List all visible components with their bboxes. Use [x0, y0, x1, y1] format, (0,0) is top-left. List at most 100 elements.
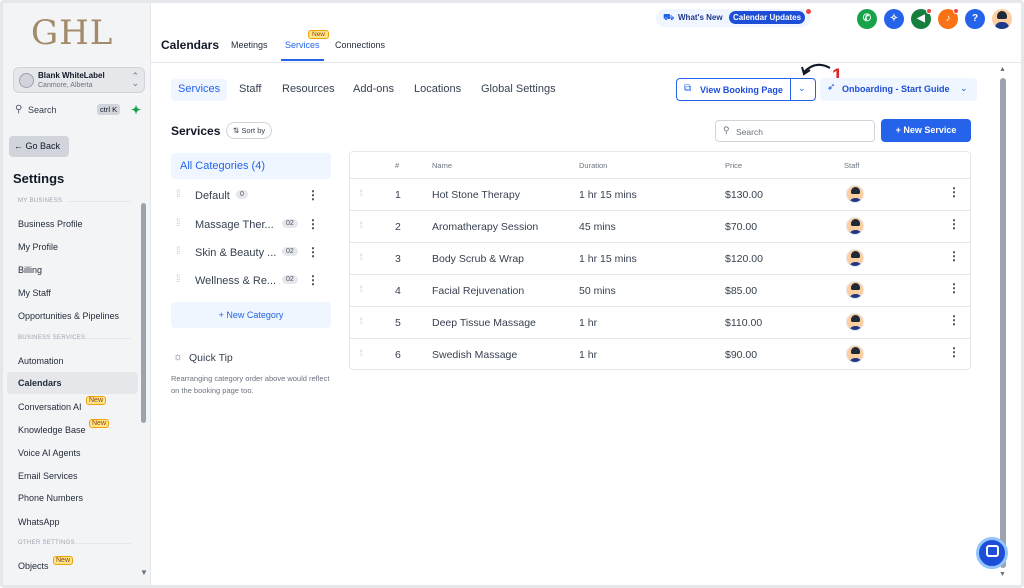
sidebar-item-whatsapp[interactable]: WhatsApp	[18, 517, 60, 527]
sparkle-icon[interactable]: ✧	[884, 9, 904, 29]
row-number: 1	[395, 189, 401, 201]
sidebar-item-calendars[interactable]: Calendars	[7, 372, 138, 394]
subtab-resources[interactable]: Resources	[282, 83, 335, 95]
sidebar-item-phone-numbers[interactable]: Phone Numbers	[18, 493, 83, 503]
more-options-icon[interactable]: ⋮	[948, 281, 960, 295]
rocket-icon: ➶	[827, 82, 836, 93]
service-name[interactable]: Hot Stone Therapy	[432, 189, 520, 201]
service-name[interactable]: Deep Tissue Massage	[432, 317, 536, 329]
service-name[interactable]: Swedish Massage	[432, 349, 517, 361]
new-category-button[interactable]: + New Category	[171, 302, 331, 328]
service-name[interactable]: Aromatherapy Session	[432, 221, 538, 233]
subtab-staff[interactable]: Staff	[239, 83, 261, 95]
sidebar-item-objects[interactable]: Objects	[18, 561, 49, 571]
category-item[interactable]: ⁞⁞ Default 0 ⋮	[171, 185, 331, 209]
sort-by-button[interactable]: ⇅ Sort by	[226, 122, 273, 139]
drag-handle-icon[interactable]: ⁞⁞	[359, 188, 363, 198]
chevron-down-icon: ⌄	[960, 83, 968, 93]
onboarding-label: Onboarding - Start Guide	[842, 84, 950, 94]
onboarding-guide-button[interactable]: ➶ Onboarding - Start Guide ⌄	[820, 78, 977, 101]
whats-new-button[interactable]: ⛟ What's New Calendar Updates	[656, 9, 811, 27]
sidebar-item-email-services[interactable]: Email Services	[18, 471, 78, 481]
column-header-number: #	[395, 161, 400, 170]
category-item[interactable]: ⁞⁞ Wellness & Re... 02 ⋮	[171, 270, 331, 294]
row-number: 2	[395, 221, 401, 233]
staff-avatar	[846, 345, 864, 363]
tab-meetings[interactable]: Meetings	[231, 40, 268, 50]
go-back-button[interactable]: ← Go Back	[9, 136, 69, 157]
category-count-badge: 02	[282, 275, 298, 284]
sidebar-item-my-profile[interactable]: My Profile	[18, 242, 58, 252]
more-options-icon[interactable]: ⋮	[948, 313, 960, 327]
quick-add-icon[interactable]: ✦	[131, 103, 141, 117]
drag-handle-icon[interactable]: ⁞⁞	[359, 316, 363, 326]
column-header-staff: Staff	[844, 161, 860, 170]
help-icon[interactable]: ?	[965, 9, 985, 29]
service-name[interactable]: Facial Rejuvenation	[432, 285, 524, 297]
service-search-input[interactable]: ⚲ Search	[715, 120, 875, 142]
service-price: $120.00	[725, 253, 763, 265]
more-options-icon[interactable]: ⋮	[307, 273, 319, 287]
more-options-icon[interactable]: ⋮	[948, 185, 960, 199]
table-row[interactable]: ⁞⁞ 2 Aromatherapy Session 45 mins $70.00…	[350, 211, 970, 243]
sidebar-item-billing[interactable]: Billing	[18, 265, 42, 275]
table-row[interactable]: ⁞⁞ 4 Facial Rejuvenation 50 mins $85.00 …	[350, 275, 970, 307]
subtab-locations[interactable]: Locations	[414, 83, 461, 95]
scroll-down-icon[interactable]: ▼	[999, 571, 1006, 578]
phone-icon[interactable]: ✆	[857, 9, 877, 29]
sidebar-item-conversation-ai[interactable]: Conversation AI	[18, 402, 82, 412]
sidebar-scrollbar[interactable]	[141, 203, 146, 423]
more-options-icon[interactable]: ⋮	[307, 245, 319, 259]
more-options-icon[interactable]: ⋮	[948, 217, 960, 231]
drag-handle-icon[interactable]: ⁞⁞	[359, 348, 363, 358]
drag-handle-icon[interactable]: ⁞⁞	[176, 218, 180, 229]
subtab-global-settings[interactable]: Global Settings	[481, 83, 556, 95]
all-categories-item[interactable]: All Categories (4)	[171, 153, 331, 179]
drag-handle-icon[interactable]: ⁞⁞	[176, 274, 180, 285]
brand-logo[interactable]: GHL	[31, 13, 113, 53]
more-options-icon[interactable]: ⋮	[948, 249, 960, 263]
category-item[interactable]: ⁞⁞ Skin & Beauty ... 02 ⋮	[171, 242, 331, 266]
sidebar-item-voice-ai-agents[interactable]: Voice AI Agents	[18, 448, 81, 458]
table-row[interactable]: ⁞⁞ 6 Swedish Massage 1 hr $90.00 ⋮	[350, 339, 970, 371]
top-bar: Calendars Meetings Services New Connecti…	[151, 3, 1021, 63]
chat-support-button[interactable]	[976, 537, 1008, 569]
scroll-down-icon[interactable]: ▼	[140, 568, 148, 577]
user-avatar[interactable]	[992, 9, 1012, 29]
more-options-icon[interactable]: ⋮	[948, 345, 960, 359]
sidebar-item-business-profile[interactable]: Business Profile	[18, 219, 83, 229]
tab-connections[interactable]: Connections	[335, 40, 385, 50]
more-options-icon[interactable]: ⋮	[307, 188, 319, 202]
service-price: $70.00	[725, 221, 758, 233]
notification-dot	[953, 8, 959, 14]
sidebar-item-opportunities[interactable]: Opportunities & Pipelines	[18, 311, 119, 321]
account-switcher[interactable]: Blank WhiteLabel Canmore, Alberta ⌃ ⌄	[13, 67, 145, 93]
sidebar-item-my-staff[interactable]: My Staff	[18, 288, 51, 298]
view-booking-page-button[interactable]: ⧉ View Booking Page ⌄	[676, 78, 816, 101]
more-options-icon[interactable]: ⋮	[307, 217, 319, 231]
account-avatar-icon	[19, 73, 34, 88]
bell-icon[interactable]: ♪	[938, 8, 959, 29]
drag-handle-icon[interactable]: ⁞⁞	[176, 246, 180, 257]
main-scrollbar[interactable]	[1000, 78, 1006, 568]
drag-handle-icon[interactable]: ⁞⁞	[359, 252, 363, 262]
new-service-button[interactable]: + New Service	[881, 119, 971, 142]
sidebar-item-knowledge-base[interactable]: Knowledge Base	[18, 425, 86, 435]
subtab-services[interactable]: Services	[171, 79, 228, 101]
service-price: $90.00	[725, 349, 758, 361]
sidebar-item-automation[interactable]: Automation	[18, 356, 64, 366]
table-row[interactable]: ⁞⁞ 3 Body Scrub & Wrap 1 hr 15 mins $120…	[350, 243, 970, 275]
table-row[interactable]: ⁞⁞ 5 Deep Tissue Massage 1 hr $110.00 ⋮	[350, 307, 970, 339]
section-divider	[85, 338, 131, 339]
subtab-add-ons[interactable]: Add-ons	[353, 83, 394, 95]
scroll-up-icon[interactable]: ▲	[999, 66, 1006, 73]
service-name[interactable]: Body Scrub & Wrap	[432, 253, 524, 265]
megaphone-icon[interactable]: ◀	[911, 8, 932, 29]
table-row[interactable]: ⁞⁞ 1 Hot Stone Therapy 1 hr 15 mins $130…	[350, 179, 970, 211]
category-item[interactable]: ⁞⁞ Massage Ther... 02 ⋮	[171, 214, 331, 238]
sidebar-search[interactable]: ⚲ Search ctrl K	[13, 103, 133, 119]
tab-services[interactable]: Services	[285, 40, 320, 50]
drag-handle-icon[interactable]: ⁞⁞	[176, 189, 180, 200]
drag-handle-icon[interactable]: ⁞⁞	[359, 284, 363, 294]
drag-handle-icon[interactable]: ⁞⁞	[359, 220, 363, 230]
